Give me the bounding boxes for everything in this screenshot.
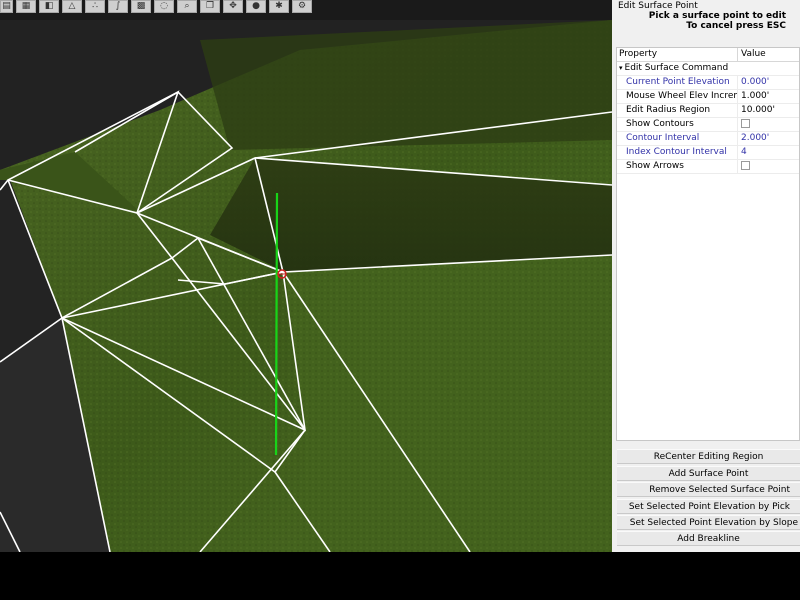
property-label: Contour Interval	[617, 132, 738, 145]
breakline-icon[interactable]: ∫	[108, 0, 128, 13]
terrain-icon[interactable]: ▦	[16, 0, 36, 13]
instruction-line-2: To cancel press ESC	[686, 21, 786, 31]
header-property[interactable]: Property	[617, 48, 738, 61]
property-label: Show Arrows	[617, 160, 738, 173]
star-icon[interactable]: ✱	[269, 0, 289, 13]
instruction-text: Pick a surface point to edit To cancel p…	[649, 11, 786, 31]
points-icon[interactable]: ∴	[85, 0, 105, 13]
remove-selected-surface-point-button[interactable]: Remove Selected Surface Point	[617, 482, 800, 497]
property-value[interactable]: 4	[738, 146, 799, 159]
row-show-arrows[interactable]: Show Arrows	[617, 160, 799, 174]
property-value[interactable]: 0.000'	[738, 76, 799, 89]
row-show-contours[interactable]: Show Contours	[617, 118, 799, 132]
property-label: Current Point Elevation	[617, 76, 738, 89]
pan-icon[interactable]: ✥	[223, 0, 243, 13]
row-current-point-elevation[interactable]: Current Point Elevation 0.000'	[617, 76, 799, 90]
instruction-line-1: Pick a surface point to edit	[648, 11, 786, 21]
property-grid[interactable]: Property Value ▾ Edit Surface Command Cur…	[616, 47, 800, 441]
grid-header: Property Value	[617, 48, 799, 62]
collapse-icon[interactable]: ▾	[619, 64, 623, 72]
property-value[interactable]: 10.000'	[738, 104, 799, 117]
circle-icon[interactable]: ●	[246, 0, 266, 13]
layer-icon[interactable]: ▤	[0, 0, 13, 13]
property-label: Index Contour Interval	[617, 146, 738, 159]
add-surface-point-button[interactable]: Add Surface Point	[617, 466, 800, 481]
show-contours-checkbox[interactable]	[741, 119, 750, 128]
elevation-axis	[274, 192, 279, 456]
3d-viewport[interactable]: ▤ ▦ ◧ △ ∴ ∫ ▩ ◌ ⌕ ❐ ✥ ● ✱ ⚙	[0, 0, 612, 552]
property-label: Edit Radius Region	[617, 104, 738, 117]
row-index-contour-interval[interactable]: Index Contour Interval 4	[617, 146, 799, 160]
triangle-icon[interactable]: △	[62, 0, 82, 13]
add-breakline-button[interactable]: Add Breakline	[617, 531, 800, 546]
toolbar: ▤ ▦ ◧ △ ∴ ∫ ▩ ◌ ⌕ ❐ ✥ ● ✱ ⚙	[0, 0, 320, 14]
panel-title: Edit Surface Point	[618, 1, 698, 11]
surface-canvas[interactable]	[0, 0, 612, 552]
lasso-icon[interactable]: ◌	[154, 0, 174, 13]
header-value[interactable]: Value	[738, 48, 799, 61]
set-elevation-by-pick-button[interactable]: Set Selected Point Elevation by Pick	[617, 499, 800, 514]
show-arrows-checkbox[interactable]	[741, 161, 750, 170]
property-value[interactable]: 1.000'	[738, 90, 799, 103]
property-value[interactable]: 2.000'	[738, 132, 799, 145]
set-elevation-by-slope-button[interactable]: Set Selected Point Elevation by Slope	[617, 515, 800, 530]
surface-icon[interactable]: ◧	[39, 0, 59, 13]
property-label: Show Contours	[617, 118, 738, 131]
group-edit-surface-command[interactable]: ▾ Edit Surface Command	[617, 62, 799, 76]
settings-icon[interactable]: ⚙	[292, 0, 312, 13]
property-label: Mouse Wheel Elev Increment	[617, 90, 738, 103]
zoom-icon[interactable]: ⌕	[177, 0, 197, 13]
copy-icon[interactable]: ❐	[200, 0, 220, 13]
row-contour-interval[interactable]: Contour Interval 2.000'	[617, 132, 799, 146]
row-mouse-wheel-elev-increment[interactable]: Mouse Wheel Elev Increment 1.000'	[617, 90, 799, 104]
recenter-editing-region-button[interactable]: ReCenter Editing Region	[617, 449, 800, 464]
map-icon[interactable]: ▩	[131, 0, 151, 13]
row-edit-radius-region[interactable]: Edit Radius Region 10.000'	[617, 104, 799, 118]
group-label: Edit Surface Command	[624, 63, 729, 73]
